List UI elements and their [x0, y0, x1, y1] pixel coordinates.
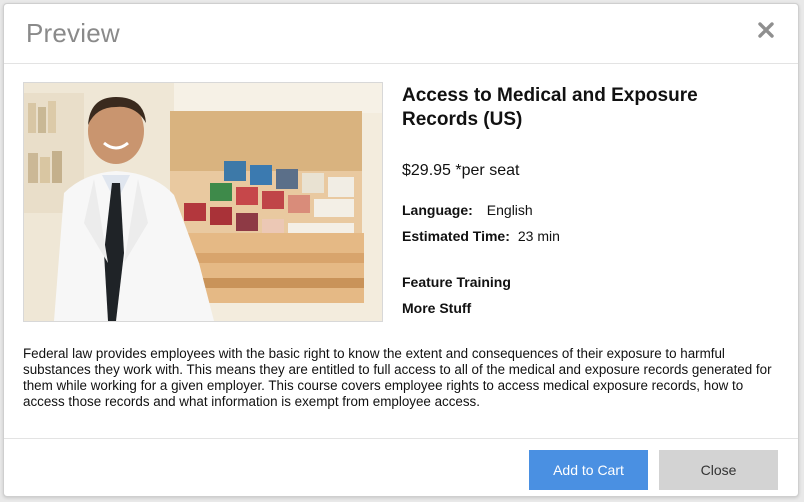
- estimated-time-label: Estimated Time:: [402, 228, 510, 244]
- feature-item: More Stuff: [402, 300, 472, 316]
- close-button[interactable]: Close: [659, 450, 778, 490]
- modal-body: Access to Medical and Exposure Records (…: [4, 64, 798, 440]
- language-row: Language: English: [402, 202, 533, 218]
- modal-header: Preview: [4, 4, 798, 64]
- product-description: Federal law provides employees with the …: [23, 346, 772, 409]
- price-suffix: *per seat: [455, 162, 520, 179]
- preview-modal: Preview Access to Medical and Exposure R…: [3, 3, 799, 497]
- product-image: [23, 82, 383, 322]
- close-icon[interactable]: [756, 20, 776, 40]
- language-label: Language:: [402, 202, 473, 218]
- add-to-cart-button[interactable]: Add to Cart: [529, 450, 648, 490]
- modal-title: Preview: [26, 18, 120, 48]
- price-amount: $29.95: [402, 162, 451, 179]
- feature-item: Feature Training: [402, 274, 511, 290]
- product-title: Access to Medical and Exposure Records (…: [402, 85, 698, 130]
- language-value: English: [486, 202, 533, 218]
- estimated-time-row: Estimated Time: 23 min: [402, 228, 560, 244]
- product-price: $29.95 *per seat: [402, 162, 519, 180]
- modal-footer: Add to Cart Close: [4, 438, 798, 498]
- estimated-time-value: 23 min: [517, 228, 560, 244]
